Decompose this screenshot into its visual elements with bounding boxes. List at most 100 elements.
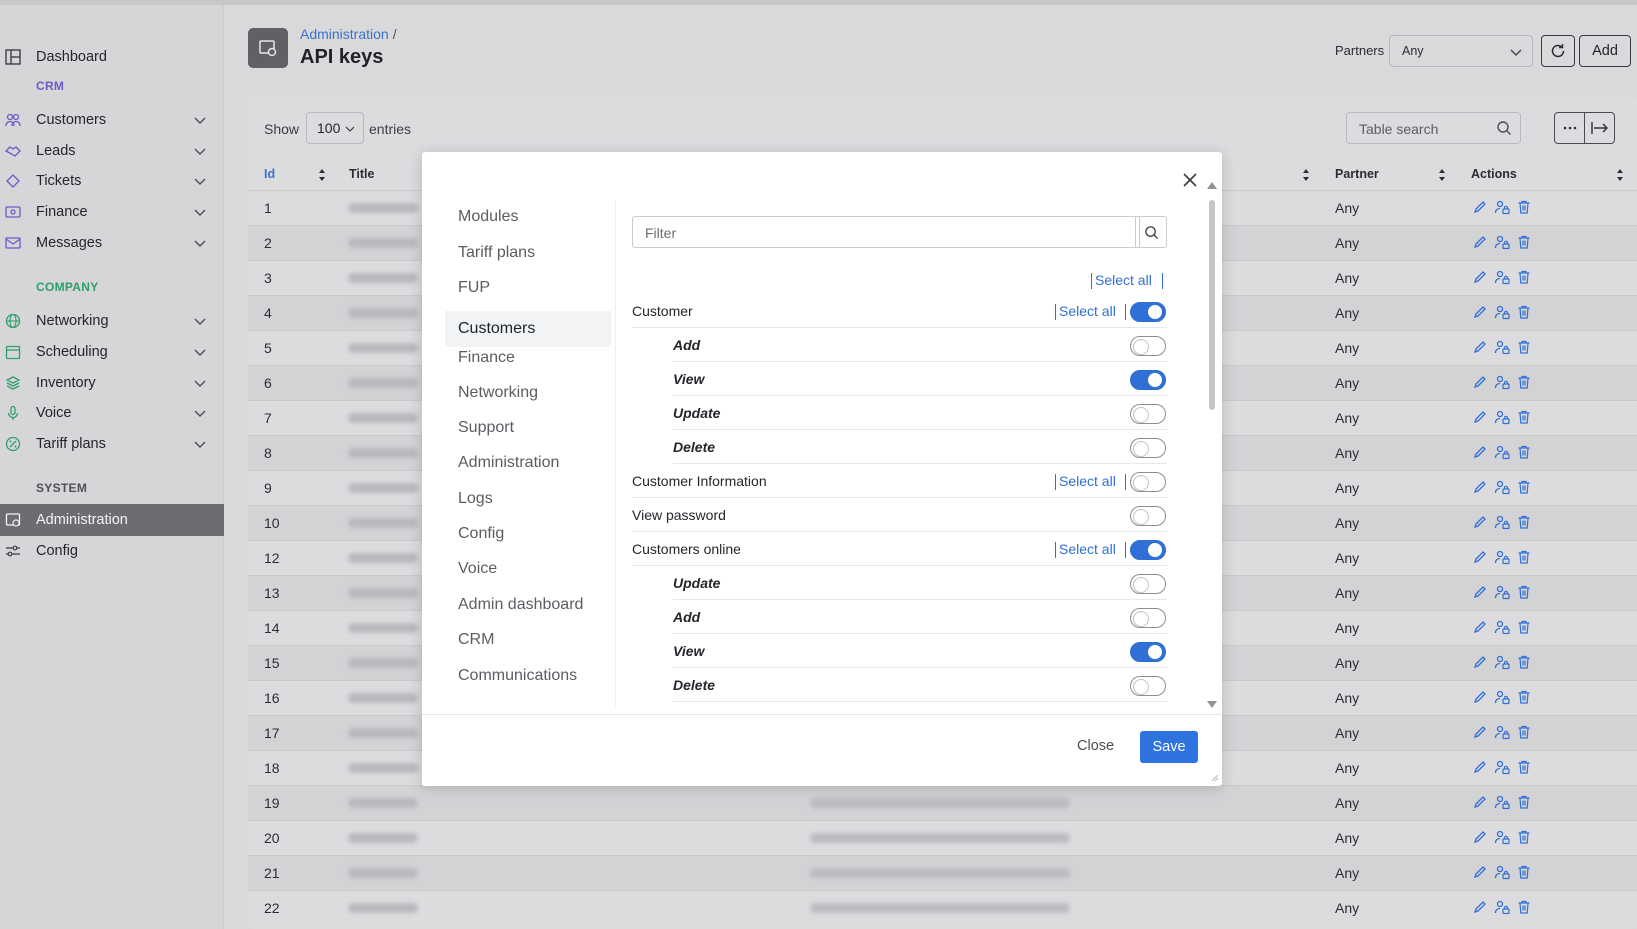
edit-icon[interactable] xyxy=(1472,654,1488,670)
resize-handle-icon[interactable] xyxy=(1211,774,1219,782)
permission-toggle[interactable] xyxy=(1130,404,1166,424)
category-item-modules[interactable]: Modules xyxy=(458,208,518,226)
trash-icon[interactable] xyxy=(1516,794,1532,810)
column-header-title[interactable]: Title xyxy=(349,167,374,181)
trash-icon[interactable] xyxy=(1516,619,1532,635)
category-item-fup[interactable]: FUP xyxy=(458,279,490,297)
permission-toggle[interactable] xyxy=(1130,302,1166,322)
edit-icon[interactable] xyxy=(1472,409,1488,425)
table-row[interactable]: 19 Any xyxy=(248,785,1637,820)
category-item-admin-dashboard[interactable]: Admin dashboard xyxy=(458,596,583,614)
permission-toggle[interactable] xyxy=(1130,472,1166,492)
expand-button[interactable] xyxy=(1584,112,1615,144)
sort-icon[interactable] xyxy=(1616,168,1624,182)
category-item-config[interactable]: Config xyxy=(458,525,504,543)
select-all-link[interactable]: Select all xyxy=(1059,303,1116,319)
sidebar-item-config[interactable]: Config xyxy=(0,535,224,567)
user-permissions-icon[interactable] xyxy=(1494,654,1510,670)
scrollbar-thumb[interactable] xyxy=(1209,200,1215,410)
sort-icon[interactable] xyxy=(1302,168,1310,182)
sidebar-item-scheduling[interactable]: Scheduling xyxy=(0,336,224,368)
permission-toggle[interactable] xyxy=(1130,370,1166,390)
trash-icon[interactable] xyxy=(1516,199,1532,215)
filter-search-button[interactable] xyxy=(1135,216,1167,248)
trash-icon[interactable] xyxy=(1516,479,1532,495)
edit-icon[interactable] xyxy=(1472,199,1488,215)
trash-icon[interactable] xyxy=(1516,584,1532,600)
edit-icon[interactable] xyxy=(1472,899,1488,915)
user-permissions-icon[interactable] xyxy=(1494,759,1510,775)
entries-select[interactable]: 100 xyxy=(306,112,364,144)
user-permissions-icon[interactable] xyxy=(1494,864,1510,880)
column-header-partner[interactable]: Partner xyxy=(1335,167,1379,181)
sidebar-item-finance[interactable]: Finance xyxy=(0,196,224,228)
sidebar-item-voice[interactable]: Voice xyxy=(0,397,224,429)
edit-icon[interactable] xyxy=(1472,269,1488,285)
category-item-tariff-plans[interactable]: Tariff plans xyxy=(458,244,535,262)
user-permissions-icon[interactable] xyxy=(1494,479,1510,495)
table-search-input[interactable]: Table search xyxy=(1346,112,1521,144)
trash-icon[interactable] xyxy=(1516,374,1532,390)
select-all-link[interactable]: Select all xyxy=(1059,541,1116,557)
trash-icon[interactable] xyxy=(1516,269,1532,285)
user-permissions-icon[interactable] xyxy=(1494,199,1510,215)
permission-toggle[interactable] xyxy=(1130,540,1166,560)
category-item-networking[interactable]: Networking xyxy=(458,384,538,402)
category-item-administration[interactable]: Administration xyxy=(458,454,559,472)
category-item-communications[interactable]: Communications xyxy=(458,667,577,685)
sidebar-item-dashboard[interactable]: Dashboard xyxy=(0,41,224,73)
permission-toggle[interactable] xyxy=(1130,336,1166,356)
edit-icon[interactable] xyxy=(1472,374,1488,390)
edit-icon[interactable] xyxy=(1472,479,1488,495)
edit-icon[interactable] xyxy=(1472,549,1488,565)
user-permissions-icon[interactable] xyxy=(1494,339,1510,355)
edit-icon[interactable] xyxy=(1472,304,1488,320)
edit-icon[interactable] xyxy=(1472,864,1488,880)
sidebar-item-tickets[interactable]: Tickets xyxy=(0,165,224,197)
trash-icon[interactable] xyxy=(1516,759,1532,775)
trash-icon[interactable] xyxy=(1516,899,1532,915)
trash-icon[interactable] xyxy=(1516,304,1532,320)
permission-toggle[interactable] xyxy=(1130,506,1166,526)
trash-icon[interactable] xyxy=(1516,689,1532,705)
user-permissions-icon[interactable] xyxy=(1494,549,1510,565)
user-permissions-icon[interactable] xyxy=(1494,899,1510,915)
user-permissions-icon[interactable] xyxy=(1494,409,1510,425)
trash-icon[interactable] xyxy=(1516,724,1532,740)
user-permissions-icon[interactable] xyxy=(1494,234,1510,250)
user-permissions-icon[interactable] xyxy=(1494,304,1510,320)
column-header-id[interactable]: Id xyxy=(264,167,275,181)
user-permissions-icon[interactable] xyxy=(1494,794,1510,810)
save-button[interactable]: Save xyxy=(1140,731,1198,763)
edit-icon[interactable] xyxy=(1472,689,1488,705)
close-icon[interactable] xyxy=(1182,172,1198,188)
edit-icon[interactable] xyxy=(1472,339,1488,355)
sidebar-item-messages[interactable]: Messages xyxy=(0,227,224,259)
sidebar-item-inventory[interactable]: Inventory xyxy=(0,367,224,399)
edit-icon[interactable] xyxy=(1472,724,1488,740)
trash-icon[interactable] xyxy=(1516,234,1532,250)
trash-icon[interactable] xyxy=(1516,654,1532,670)
user-permissions-icon[interactable] xyxy=(1494,829,1510,845)
edit-icon[interactable] xyxy=(1472,584,1488,600)
select-all-link[interactable]: Select all xyxy=(1059,473,1116,489)
user-permissions-icon[interactable] xyxy=(1494,584,1510,600)
category-item-finance[interactable]: Finance xyxy=(458,349,515,367)
permission-toggle[interactable] xyxy=(1130,642,1166,662)
close-button[interactable]: Close xyxy=(1077,738,1114,754)
permission-toggle[interactable] xyxy=(1130,574,1166,594)
scroll-down-arrow[interactable] xyxy=(1207,701,1217,708)
sidebar-item-networking[interactable]: Networking xyxy=(0,305,224,337)
select-all-global-link[interactable]: Select all xyxy=(1095,272,1152,288)
category-item-support[interactable]: Support xyxy=(458,419,514,437)
trash-icon[interactable] xyxy=(1516,829,1532,845)
sidebar-item-leads[interactable]: Leads xyxy=(0,135,224,167)
user-permissions-icon[interactable] xyxy=(1494,374,1510,390)
sidebar-item-customers[interactable]: Customers xyxy=(0,104,224,136)
trash-icon[interactable] xyxy=(1516,864,1532,880)
user-permissions-icon[interactable] xyxy=(1494,514,1510,530)
user-permissions-icon[interactable] xyxy=(1494,269,1510,285)
edit-icon[interactable] xyxy=(1472,234,1488,250)
trash-icon[interactable] xyxy=(1516,444,1532,460)
permission-toggle[interactable] xyxy=(1130,438,1166,458)
